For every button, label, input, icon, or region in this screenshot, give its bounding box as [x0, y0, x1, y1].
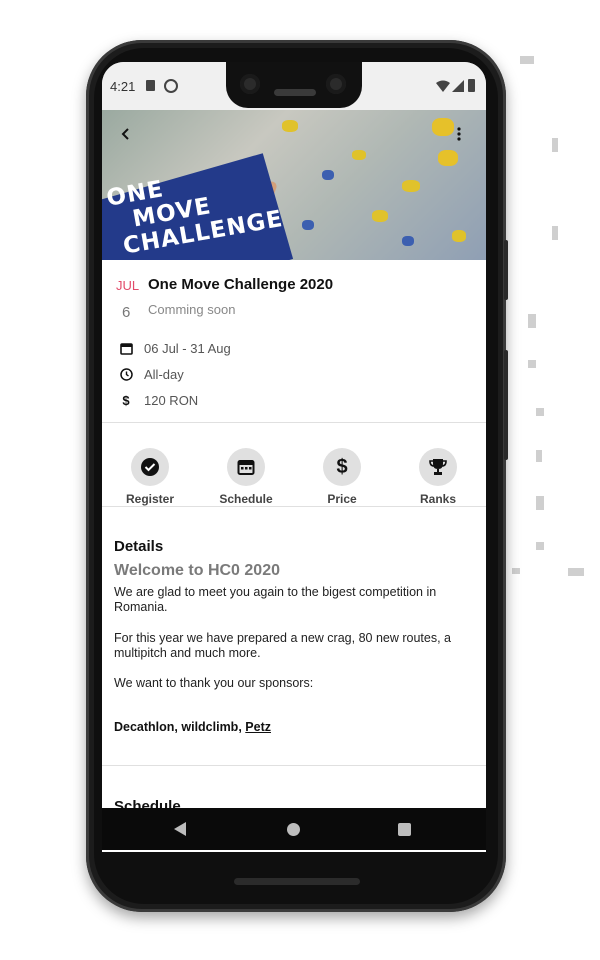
decor-square [536, 450, 542, 462]
price-button[interactable]: $ Price [294, 436, 390, 520]
event-title: One Move Challenge 2020 [148, 276, 334, 293]
wall-hold [438, 150, 458, 166]
wall-hold [322, 170, 334, 180]
sim-icon [146, 80, 155, 91]
power-button [504, 240, 508, 300]
wall-hold [452, 230, 466, 242]
wall-hold [302, 220, 314, 230]
price-label: Price [327, 492, 357, 506]
decor-square [552, 226, 558, 240]
details-paragraph: We want to thank you our sponsors: [114, 676, 314, 690]
dollar-icon: $ [323, 448, 361, 486]
event-dates-row: 06 Jul - 31 Aug [118, 338, 231, 358]
decor-square [552, 138, 558, 152]
nav-recents-icon[interactable] [398, 823, 411, 836]
ranks-button[interactable]: Ranks [390, 436, 486, 520]
decor-square [528, 360, 536, 368]
ranks-label: Ranks [419, 492, 457, 506]
decor-square [528, 314, 536, 328]
schedule-button[interactable]: Schedule [198, 436, 294, 520]
sponsor-link[interactable]: Petz [245, 720, 271, 734]
register-button[interactable]: Register [102, 436, 198, 520]
wifi-icon [436, 80, 450, 92]
calendar-icon [227, 448, 265, 486]
decor-square [512, 568, 520, 574]
divider [102, 765, 486, 766]
trophy-icon [419, 448, 457, 486]
event-time-row: All-day [118, 364, 184, 384]
sponsors-names: Decathlon, wildclimb, [114, 720, 246, 734]
front-camera-icon [240, 74, 260, 94]
calendar-icon [118, 340, 134, 356]
bottom-speaker [234, 878, 360, 885]
register-label: Register [125, 492, 175, 506]
system-nav-bar [102, 808, 486, 850]
event-price: 120 RON [144, 392, 199, 408]
nav-home-icon[interactable] [287, 823, 300, 836]
welcome-heading: Welcome to HC0 2020 [114, 562, 280, 579]
check-circle-icon [131, 448, 169, 486]
volume-button [504, 350, 508, 460]
sponsors-list: Decathlon, wildclimb, Petz [114, 720, 271, 734]
action-bar: Register Schedule $ Price Ranks [102, 436, 486, 520]
status-time: 4:21 [110, 79, 136, 94]
nav-back-icon[interactable] [174, 822, 186, 836]
details-paragraph: For this year we have prepared a new cra… [114, 631, 451, 660]
front-camera-icon [326, 74, 346, 94]
details-paragraph: We are glad to meet you again to the big… [114, 585, 437, 614]
event-hero-image: ONE MOVE CHALLENGE 2020 [102, 110, 486, 260]
decor-square [536, 408, 544, 416]
schedule-label: Schedule [219, 492, 273, 506]
earpiece-speaker [274, 89, 316, 96]
camera-notch [226, 62, 362, 108]
app-screen: 4:21 ONE MOVE CHALLENGE JUL 6 One Move C… [102, 62, 486, 852]
event-status: Comming soon [148, 302, 236, 317]
event-time: All-day [144, 366, 184, 382]
divider [102, 506, 486, 507]
details-heading: Details [114, 538, 164, 555]
dollar-icon: $ [122, 392, 130, 408]
wall-hold [282, 120, 298, 132]
back-icon[interactable] [118, 126, 134, 142]
divider [102, 422, 486, 423]
decor-square [520, 56, 534, 64]
event-day: 6 [122, 304, 131, 321]
sync-icon [164, 79, 178, 93]
event-price-row: $ 120 RON [118, 390, 198, 410]
decor-square [536, 542, 544, 550]
wall-hold [432, 118, 454, 136]
wall-hold [402, 180, 420, 192]
clock-icon [118, 366, 134, 382]
event-month: JUL [116, 278, 140, 293]
battery-icon [468, 79, 475, 92]
wall-hold [402, 236, 414, 246]
decor-square [568, 568, 584, 576]
wall-hold [372, 210, 388, 222]
signal-icon [452, 80, 464, 92]
more-options-icon[interactable] [456, 126, 466, 142]
wall-hold [352, 150, 366, 160]
decor-square [536, 496, 544, 510]
event-dates: 06 Jul - 31 Aug [144, 340, 231, 356]
